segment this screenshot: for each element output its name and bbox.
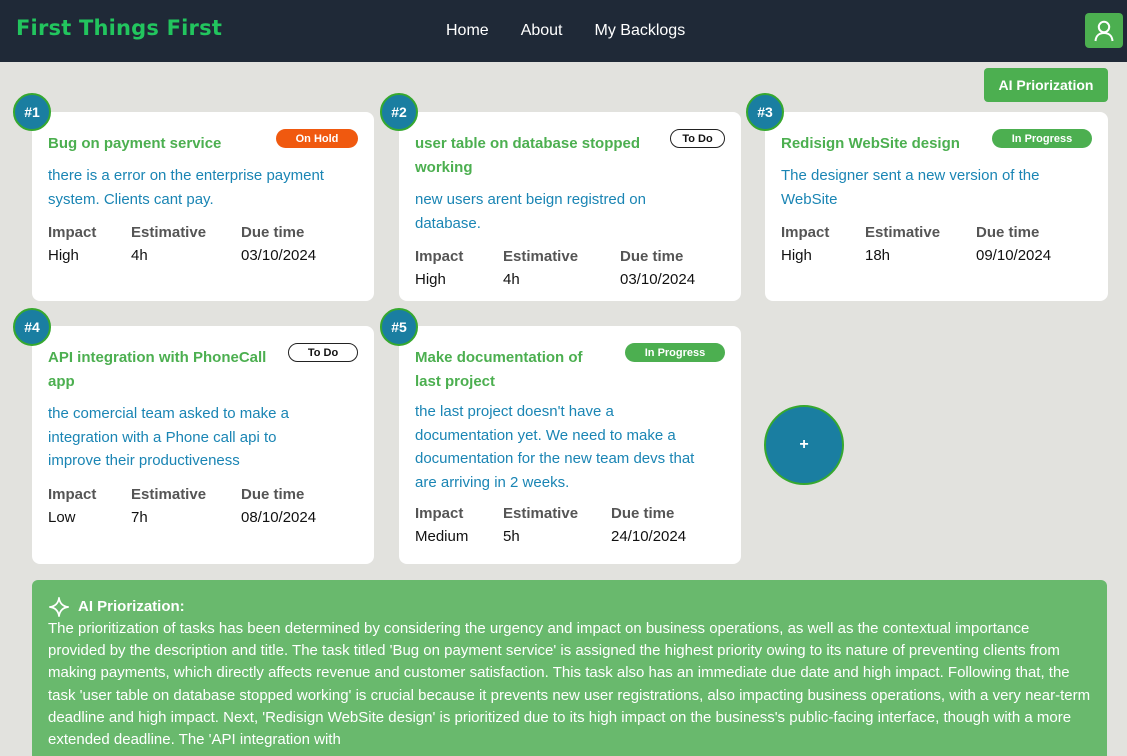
due-time-value: 09/10/2024 [976,247,1052,264]
nav-backlogs-link[interactable]: My Backlogs [595,22,686,40]
estimative-value: 4h [503,271,520,288]
estimative-value: 7h [131,508,148,526]
status-badge: In Progress [625,343,725,362]
task-description: there is a error on the enterprise payme… [48,167,324,208]
task-number-badge: #3 [746,93,784,131]
task-title: Redisign WebSite design [781,135,960,152]
due-time-label: Due time [241,485,305,503]
brand-logo[interactable]: First Things First [16,16,222,40]
impact-label: Impact [415,248,464,265]
ai-priorization-panel: AI Priorization: The prioritization of t… [32,580,1107,756]
status-badge: In Progress [992,129,1092,148]
due-time-label: Due time [611,505,675,522]
due-time-value: 08/10/2024 [241,508,317,526]
nav-home-link[interactable]: Home [446,22,489,40]
status-badge: On Hold [276,129,358,148]
sparkle-icon [49,597,69,617]
task-meta: Impact Estimative Due time High 18h 09/1… [781,221,1092,268]
task-description: The designer sent a new version of the W… [781,167,1040,208]
estimative-label: Estimative [131,485,207,503]
task-meta: Impact Estimative Due time Low 7h 08/10/… [48,483,358,530]
estimative-label: Estimative [503,505,579,522]
impact-label: Impact [48,224,97,241]
task-card[interactable]: API integration with PhoneCall app To Do… [32,326,374,564]
due-time-value: 03/10/2024 [620,271,696,288]
task-description: new users arent beign registred on datab… [415,191,646,232]
ai-panel-text: The prioritization of tasks has been det… [48,620,1091,749]
impact-label: Impact [415,505,464,522]
due-time-label: Due time [620,248,684,265]
estimative-value: 5h [503,528,520,545]
add-task-button[interactable]: + [764,405,844,485]
ai-panel-heading: AI Priorization: [78,598,185,615]
impact-label: Impact [781,224,830,241]
status-badge: To Do [288,343,358,362]
impact-value: Low [48,508,76,526]
task-number-badge: #4 [13,308,51,346]
user-icon [1094,20,1114,41]
impact-label: Impact [48,485,97,503]
due-time-value: 03/10/2024 [241,247,317,264]
task-card[interactable]: Make documentation of last project In Pr… [399,326,741,564]
estimative-label: Estimative [865,224,941,241]
task-number-badge: #1 [13,93,51,131]
task-description: the comercial team asked to make a integ… [48,405,289,469]
task-card[interactable]: Redisign WebSite design In Progress The … [765,112,1108,301]
task-title: user table on database stopped working [415,135,641,176]
due-time-label: Due time [976,224,1040,241]
estimative-label: Estimative [131,224,207,241]
impact-value: High [48,247,79,264]
task-card[interactable]: user table on database stopped working T… [399,112,741,301]
task-meta: Impact Estimative Due time High 4h 03/10… [415,245,725,292]
due-time-label: Due time [241,224,305,241]
task-title: Bug on payment service [48,135,222,152]
ai-panel-header: AI Priorization: [48,596,1091,618]
ai-priorization-button[interactable]: AI Priorization [984,68,1108,102]
task-title: Make documentation of last project [415,349,583,390]
impact-value: Medium [415,528,469,545]
user-profile-button[interactable] [1085,13,1123,48]
task-title: API integration with PhoneCall app [48,349,267,390]
impact-value: High [415,271,446,288]
estimative-label: Estimative [503,248,579,265]
status-badge: To Do [670,129,725,148]
task-meta: Impact Estimative Due time High 4h 03/10… [48,221,358,268]
task-card[interactable]: Bug on payment service On Hold there is … [32,112,374,301]
nav-about-link[interactable]: About [521,22,563,40]
due-time-value: 24/10/2024 [611,528,687,545]
task-meta: Impact Estimative Due time Medium 5h 24/… [415,502,725,549]
estimative-value: 18h [865,247,891,264]
nav-links: Home About My Backlogs [446,22,685,40]
navbar: First Things First Home About My Backlog… [0,0,1127,62]
task-description: the last project doesn't have a document… [415,403,695,491]
task-number-badge: #2 [380,93,418,131]
impact-value: High [781,247,812,264]
task-number-badge: #5 [380,308,418,346]
estimative-value: 4h [131,247,148,264]
